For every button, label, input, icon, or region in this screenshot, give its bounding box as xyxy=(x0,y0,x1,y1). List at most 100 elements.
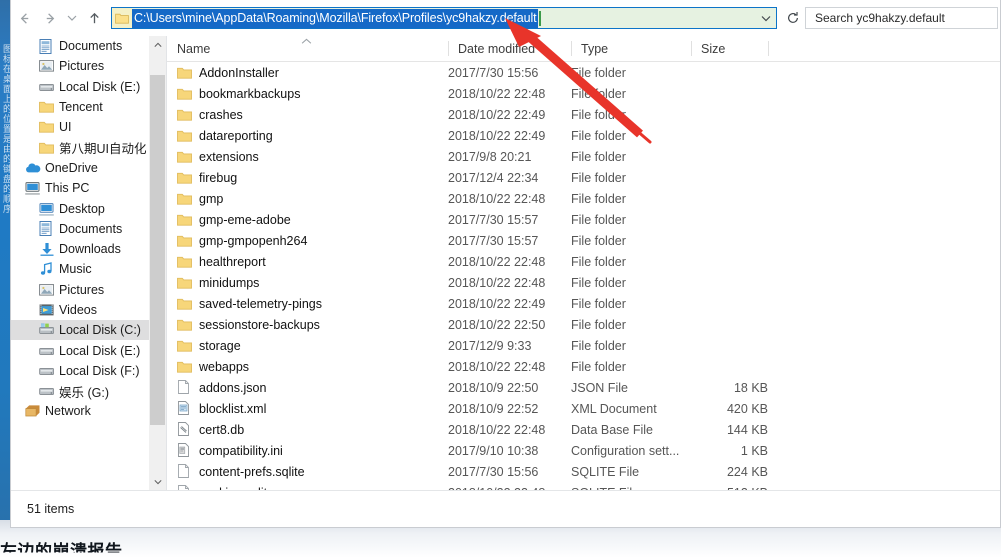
file-size-cell xyxy=(571,104,768,125)
recent-locations-chevron-down-icon[interactable] xyxy=(63,5,81,31)
system-drive-icon xyxy=(39,323,59,337)
address-text[interactable]: C:\Users\mine\AppData\Roaming\Mozilla\Fi… xyxy=(132,8,756,28)
sidebar-item-local-disk-f[interactable]: Local Disk (F:) xyxy=(11,361,166,381)
table-row[interactable]: webapps 2018/10/22 22:48 File folder xyxy=(167,356,1000,377)
folder-icon xyxy=(177,234,199,248)
file-size-cell xyxy=(571,125,768,146)
refresh-icon[interactable] xyxy=(781,6,805,30)
file-name-cell: extensions xyxy=(177,146,259,167)
file-size-cell: 1 KB xyxy=(740,443,768,458)
table-row[interactable]: crashes 2018/10/22 22:49 File folder xyxy=(167,104,1000,125)
file-size-cell: 512 KB xyxy=(571,482,768,491)
sidebar-item-local-disk-e[interactable]: Local Disk (E:) xyxy=(11,340,166,360)
file-date-cell: 2018/10/22 22:49 xyxy=(448,107,546,122)
sidebar-item-desktop[interactable]: Desktop xyxy=(11,198,166,218)
file-size-cell xyxy=(571,62,768,83)
up-icon[interactable] xyxy=(81,5,107,31)
table-row[interactable]: gmp 2018/10/22 22:48 File folder xyxy=(167,188,1000,209)
table-row[interactable]: healthreport 2018/10/22 22:48 File folder xyxy=(167,251,1000,272)
table-row[interactable]: AddonInstaller 2017/7/30 15:56 File folder xyxy=(167,62,1000,83)
sidebar-item-label: UI xyxy=(59,120,72,135)
sidebar-item-ui[interactable]: UI xyxy=(11,117,166,137)
scroll-down-icon[interactable] xyxy=(149,473,166,490)
file-date-cell: 2017/7/30 15:56 xyxy=(448,65,539,80)
sidebar-item-local-disk-e-quick[interactable]: Local Disk (E:) xyxy=(11,77,166,97)
table-row[interactable]: cookies.sqlite2018/10/22 22:48SQLITE Fil… xyxy=(167,482,1000,490)
navigation-pane-list: Documents Pictures Local Disk (E:) Tencent U… xyxy=(11,36,166,422)
back-icon[interactable] xyxy=(11,5,37,31)
folder-icon xyxy=(177,213,199,227)
sidebar-item-documents-quick[interactable]: Documents xyxy=(11,36,166,56)
drive-icon xyxy=(39,384,59,398)
navigation-toolbar: C:\Users\mine\AppData\Roaming\Mozilla\Fi… xyxy=(11,0,1000,36)
table-row[interactable]: saved-telemetry-pings 2018/10/22 22:49 Fil… xyxy=(167,293,1000,314)
folder-icon xyxy=(177,150,199,164)
file-name-cell: minidumps xyxy=(177,272,259,293)
table-row[interactable]: gmp-eme-adobe 2017/7/30 15:57 File folder xyxy=(167,209,1000,230)
header-divider-4[interactable] xyxy=(768,41,769,56)
table-row[interactable]: bookmarkbackups 2018/10/22 22:48 File fold… xyxy=(167,83,1000,104)
table-row[interactable]: datareporting 2018/10/22 22:49 File folder xyxy=(167,125,1000,146)
column-header-type[interactable]: Type xyxy=(571,36,691,61)
sidebar-item-documents[interactable]: Documents xyxy=(11,219,166,239)
sidebar-item-videos[interactable]: Videos xyxy=(11,300,166,320)
downloads-icon xyxy=(39,242,59,257)
sidebar-item-label: Local Disk (E:) xyxy=(59,79,141,94)
file-name-cell: crashes xyxy=(177,104,243,125)
table-row[interactable]: extensions 2017/9/8 20:21 File folder xyxy=(167,146,1000,167)
table-row[interactable]: sessionstore-backups 2018/10/22 22:50 File… xyxy=(167,314,1000,335)
folder-icon xyxy=(177,129,199,143)
sidebar-item-tencent[interactable]: Tencent xyxy=(11,97,166,117)
file-name-label: bookmarkbackups xyxy=(199,86,301,101)
sidebar-item-pictures[interactable]: Pictures xyxy=(11,280,166,300)
sidebar-item-music[interactable]: Music xyxy=(11,259,166,279)
scroll-up-icon[interactable] xyxy=(149,36,166,53)
file-name-label: healthreport xyxy=(199,254,266,269)
file-name-cell: gmp-eme-adobe xyxy=(177,209,291,230)
file-date-cell: 2018/10/22 22:49 xyxy=(448,296,546,311)
sidebar-item-network[interactable]: Network xyxy=(11,401,166,421)
table-row[interactable]: firebug 2017/12/4 22:34 File folder xyxy=(167,167,1000,188)
table-row[interactable]: compatibility.ini 2017/9/10 10:38 Configur… xyxy=(167,440,1000,461)
sidebar-item-this-pc[interactable]: This PC xyxy=(11,178,166,198)
network-icon xyxy=(25,404,45,418)
table-row[interactable]: blocklist.xml 2018/10/9 22:52 XML Document… xyxy=(167,398,1000,419)
file-name-label: gmp-eme-adobe xyxy=(199,212,291,227)
forward-icon[interactable] xyxy=(37,5,63,31)
sidebar-item-local-disk-c[interactable]: Local Disk (C:) xyxy=(11,320,166,341)
file-name-label: gmp-gmpopenh264 xyxy=(199,233,308,248)
table-row[interactable]: content-prefs.sqlite 2017/7/30 15:56 SQLIT… xyxy=(167,461,1000,482)
file-rows: AddonInstaller 2017/7/30 15:56 File folder… xyxy=(167,62,1000,490)
sidebar-item-drive-g[interactable]: 娱乐 (G:) xyxy=(11,381,166,401)
table-row[interactable]: addons.json 2018/10/9 22:50 JSON File 18 KB xyxy=(167,377,1000,398)
sidebar-item-pictures-quick[interactable]: Pictures xyxy=(11,56,166,76)
table-row[interactable]: storage 2017/12/9 9:33 File folder xyxy=(167,335,1000,356)
file-size-cell xyxy=(571,209,768,230)
file-name-label: extensions xyxy=(199,149,259,164)
address-bar[interactable]: C:\Users\mine\AppData\Roaming\Mozilla\Fi… xyxy=(111,7,777,29)
address-dropdown-chevron-down-icon[interactable] xyxy=(756,8,776,28)
sidebar-item-downloads[interactable]: Downloads xyxy=(11,239,166,259)
table-row[interactable]: cert8.db 2018/10/22 22:48 Data Base File 14… xyxy=(167,419,1000,440)
file-name-cell: addons.json xyxy=(177,377,266,398)
column-header-date-modified[interactable]: Date modified xyxy=(448,36,571,61)
sidebar-item-label: Network xyxy=(45,404,91,419)
sidebar-item-label: Local Disk (C:) xyxy=(59,323,141,338)
file-name-cell: saved-telemetry-pings xyxy=(177,293,322,314)
file-date-cell: 2018/10/9 22:50 xyxy=(448,380,539,395)
documents-icon xyxy=(39,221,59,237)
sidebar-item-onedrive[interactable]: OneDrive xyxy=(11,158,166,178)
navigation-pane-scrollbar[interactable] xyxy=(149,36,166,490)
search-input[interactable]: Search yc9hakzy.default xyxy=(805,7,998,29)
sidebar-item-label: Local Disk (E:) xyxy=(59,343,141,358)
file-date-cell: 2017/9/8 20:21 xyxy=(448,149,532,164)
file-date-cell: 2017/9/10 10:38 xyxy=(448,443,539,458)
table-row[interactable]: minidumps 2018/10/22 22:48 File folder xyxy=(167,272,1000,293)
table-row[interactable]: gmp-gmpopenh264 2017/7/30 15:57 File folde… xyxy=(167,230,1000,251)
file-date-cell: 2018/10/22 22:48 xyxy=(448,254,546,269)
scrollbar-thumb[interactable] xyxy=(150,75,165,425)
sidebar-item-ui-automation[interactable]: 第八期UI自动化 xyxy=(11,137,166,157)
pictures-icon xyxy=(39,59,59,73)
column-header-size[interactable]: Size xyxy=(691,36,768,61)
file-name-label: crashes xyxy=(199,107,243,122)
